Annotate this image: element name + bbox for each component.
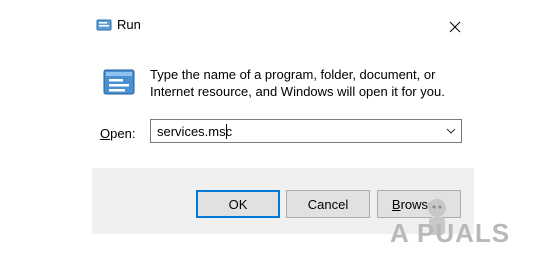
close-button[interactable] bbox=[442, 14, 468, 40]
watermark-text: A PUALS bbox=[390, 218, 511, 248]
window-title: Run bbox=[117, 17, 141, 32]
text-cursor bbox=[226, 124, 227, 139]
open-combobox[interactable] bbox=[150, 119, 462, 143]
cancel-button[interactable]: Cancel bbox=[286, 190, 370, 218]
open-label-accesskey: O bbox=[100, 126, 111, 141]
open-input[interactable] bbox=[151, 120, 439, 142]
open-label-rest: pen: bbox=[110, 126, 136, 141]
run-app-icon bbox=[96, 18, 112, 31]
ok-button[interactable]: OK bbox=[196, 190, 280, 218]
run-program-icon bbox=[102, 68, 136, 96]
chevron-down-icon bbox=[446, 128, 456, 134]
instructions-line-1: Type the name of a program, folder, docu… bbox=[150, 67, 436, 82]
title-bar: Run bbox=[92, 8, 474, 38]
close-icon bbox=[449, 21, 461, 33]
run-instructions: Type the name of a program, folder, docu… bbox=[150, 66, 470, 100]
open-label: Open: bbox=[100, 126, 135, 141]
run-dialog: Run Type the name of a program, folder, … bbox=[92, 0, 474, 234]
browse-accesskey: B bbox=[391, 196, 401, 212]
instructions-line-2: Internet resource, and Windows will open… bbox=[150, 84, 445, 99]
dropdown-button[interactable] bbox=[443, 123, 459, 139]
